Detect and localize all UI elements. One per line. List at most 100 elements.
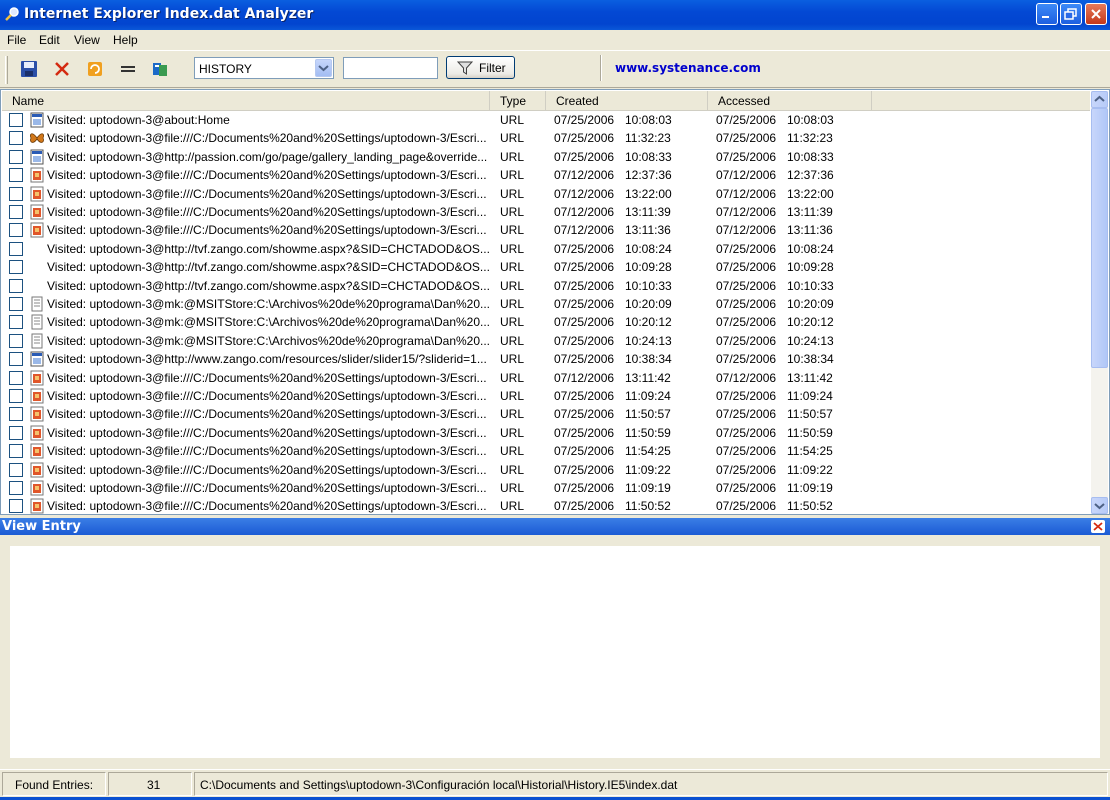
table-row[interactable]: Visited: uptodown-3@http://tvf.zango.com… [2, 258, 1090, 276]
row-checkbox[interactable] [9, 223, 23, 238]
row-checkbox[interactable] [9, 481, 23, 495]
row-checkbox[interactable] [9, 444, 23, 459]
cell-accessed-time: 10:08:03 [787, 113, 834, 127]
row-checkbox[interactable] [9, 389, 23, 403]
close-button[interactable] [1085, 3, 1107, 25]
vertical-scrollbar[interactable] [1091, 91, 1108, 514]
table-row[interactable]: Visited: uptodown-3@http://www.zango.com… [2, 350, 1090, 368]
table-row[interactable]: Visited: uptodown-3@file:///C:/Documents… [2, 203, 1090, 221]
table-row[interactable]: Visited: uptodown-3@file:///C:/Documents… [2, 387, 1090, 405]
row-checkbox[interactable] [9, 260, 23, 275]
menu-view[interactable]: View [74, 33, 100, 47]
column-header-created[interactable]: Created [546, 91, 708, 111]
table-row[interactable]: Visited: uptodown-3@http://tvf.zango.com… [2, 277, 1090, 295]
row-checkbox[interactable] [9, 149, 23, 164]
table-row[interactable]: Visited: uptodown-3@file:///C:/Documents… [2, 185, 1090, 203]
cell-accessed-date: 07/12/2006 [716, 370, 777, 385]
index-type-select[interactable]: HISTORY [194, 57, 334, 79]
funnel-icon [457, 61, 473, 75]
minimize-button[interactable] [1036, 3, 1058, 25]
row-checkbox[interactable] [9, 278, 23, 293]
row-checkbox[interactable] [9, 131, 23, 146]
status-bar: Found Entries: 31 C:\Documents and Setti… [0, 769, 1110, 797]
cell-type: URL [500, 407, 525, 422]
table-row[interactable]: Visited: uptodown-3@file:///C:/Documents… [2, 405, 1090, 423]
cell-accessed-time: 11:32:23 [787, 131, 833, 146]
entries-list: Name Type Created Accessed Visited: upto… [0, 89, 1110, 515]
cell-created-time: 11:50:59 [625, 425, 671, 440]
table-row[interactable]: Visited: uptodown-3@http://tvf.zango.com… [2, 240, 1090, 258]
scroll-down-button[interactable] [1091, 497, 1108, 514]
page-icon [29, 112, 45, 128]
delete-button[interactable] [50, 58, 74, 80]
table-row[interactable]: Visited: uptodown-3@file:///C:/Documents… [2, 497, 1090, 514]
filter-button[interactable]: Filter [446, 56, 515, 79]
row-checkbox[interactable] [9, 297, 23, 311]
row-checkbox[interactable] [9, 205, 23, 219]
table-row[interactable]: Visited: uptodown-3@file:///C:/Documents… [2, 369, 1090, 387]
table-row[interactable]: Visited: uptodown-3@file:///C:/Documents… [2, 166, 1090, 184]
cell-accessed-date: 07/25/2006 [716, 297, 777, 311]
refresh-button[interactable] [83, 58, 107, 80]
toolbar [0, 50, 1110, 88]
row-checkbox[interactable] [9, 352, 23, 367]
cell-type: URL [500, 113, 525, 127]
cell-accessed-date: 07/25/2006 [716, 352, 777, 367]
cell-type: URL [500, 389, 525, 403]
open-button[interactable] [148, 58, 172, 80]
cell-created-time: 10:08:33 [625, 149, 672, 164]
table-row[interactable]: Visited: uptodown-3@about:Home URL 07/25/2… [2, 111, 1090, 129]
cell-created-date: 07/25/2006 [554, 297, 615, 311]
row-checkbox[interactable] [9, 333, 23, 348]
table-row[interactable]: Visited: uptodown-3@file:///C:/Documents… [2, 221, 1090, 239]
cell-name: Visited: uptodown-3@file:///C:/Documents… [47, 186, 487, 201]
table-row[interactable]: Visited: uptodown-3@mk:@MSITStore:C:\Arc… [2, 313, 1090, 331]
chevron-up-icon [1094, 95, 1105, 102]
table-row[interactable]: Visited: uptodown-3@file:///C:/Documents… [2, 129, 1090, 147]
cell-name: Visited: uptodown-3@file:///C:/Documents… [47, 131, 487, 146]
title-bar[interactable]: Internet Explorer Index.dat Analyzer [0, 0, 1110, 30]
menu-edit[interactable]: Edit [39, 33, 60, 47]
cell-accessed-date: 07/12/2006 [716, 205, 777, 219]
chevron-down-icon[interactable] [315, 59, 332, 77]
row-checkbox[interactable] [9, 186, 23, 201]
row-checkbox[interactable] [9, 425, 23, 440]
cell-created-time: 11:09:24 [625, 389, 671, 403]
row-checkbox[interactable] [9, 241, 23, 256]
view-entry-content[interactable] [10, 546, 1100, 758]
filter-input[interactable] [343, 57, 438, 79]
table-row[interactable]: Visited: uptodown-3@mk:@MSITStore:C:\Arc… [2, 332, 1090, 350]
menu-file[interactable]: File [7, 33, 26, 47]
compare-button[interactable] [116, 58, 140, 80]
toolbar-grip[interactable] [5, 56, 8, 84]
restore-button[interactable] [1060, 3, 1082, 25]
table-row[interactable]: Visited: uptodown-3@file:///C:/Documents… [2, 424, 1090, 442]
row-checkbox[interactable] [9, 462, 23, 477]
table-row[interactable]: Visited: uptodown-3@http://passion.com/g… [2, 148, 1090, 166]
row-checkbox[interactable] [9, 499, 23, 514]
row-checkbox[interactable] [9, 370, 23, 385]
table-row[interactable]: Visited: uptodown-3@file:///C:/Documents… [2, 442, 1090, 460]
table-row[interactable]: Visited: uptodown-3@mk:@MSITStore:C:\Arc… [2, 295, 1090, 313]
menu-help[interactable]: Help [113, 33, 138, 47]
website-link[interactable]: www.systenance.com [615, 61, 761, 75]
delete-icon [55, 62, 69, 76]
cell-accessed-time: 11:09:24 [787, 389, 833, 403]
row-checkbox[interactable] [9, 113, 23, 127]
scroll-up-button[interactable] [1091, 91, 1108, 108]
save-button[interactable] [17, 58, 41, 80]
cell-created-time: 13:22:00 [625, 186, 672, 201]
column-header-accessed[interactable]: Accessed [708, 91, 872, 111]
panel-close-button[interactable] [1091, 520, 1105, 533]
scroll-thumb[interactable] [1091, 108, 1108, 368]
column-header-name[interactable]: Name [2, 91, 490, 111]
cell-created-date: 07/25/2006 [554, 131, 615, 146]
row-checkbox[interactable] [9, 407, 23, 422]
row-checkbox[interactable] [9, 315, 23, 330]
select-value: HISTORY [199, 62, 252, 76]
cell-created-time: 10:08:03 [625, 113, 672, 127]
table-row[interactable]: Visited: uptodown-3@file:///C:/Documents… [2, 479, 1090, 497]
table-row[interactable]: Visited: uptodown-3@file:///C:/Documents… [2, 461, 1090, 479]
row-checkbox[interactable] [9, 168, 23, 183]
column-header-type[interactable]: Type [490, 91, 546, 111]
